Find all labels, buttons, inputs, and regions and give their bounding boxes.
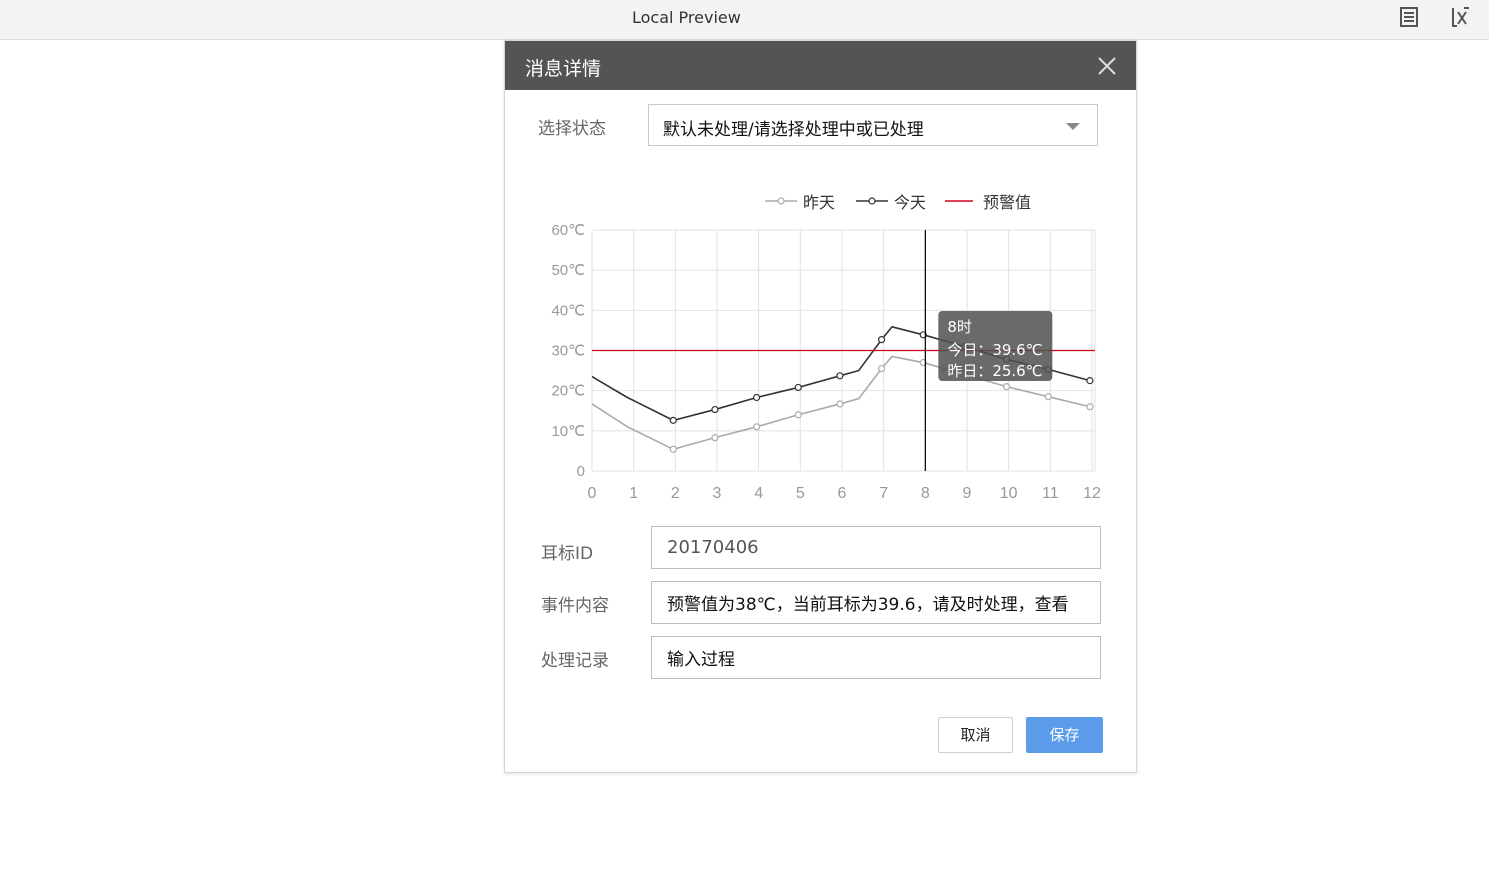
data-point xyxy=(1086,377,1094,385)
x-tick-label: 6 xyxy=(838,485,847,502)
window-titlebar: Local Preview xyxy=(0,0,1489,40)
x-tick-label: 3 xyxy=(713,485,722,502)
tooltip-text: 昨日：25.6℃ xyxy=(947,362,1042,380)
data-point xyxy=(877,336,886,344)
ear-tag-label: 耳标ID xyxy=(541,544,594,564)
ear-tag-field[interactable] xyxy=(651,526,1101,569)
record-input[interactable] xyxy=(652,637,1100,678)
data-point xyxy=(1044,393,1052,401)
temperature-chart: 010℃20℃30℃40℃50℃60℃0 1 2 3 4 5 6 7 8 9 10 11 128时今日：… xyxy=(551,193,1101,502)
legend-label: 预警值 xyxy=(983,193,1031,212)
legend-label: 今天 xyxy=(894,193,926,212)
tooltip-text: 8时 xyxy=(947,318,972,336)
data-point xyxy=(669,445,677,453)
event-field[interactable] xyxy=(651,581,1101,624)
x-tick-label: 7 xyxy=(879,485,888,502)
x-tick-label: 8 xyxy=(921,485,930,502)
legend-marker xyxy=(777,197,785,205)
window-title: Local Preview xyxy=(632,8,741,27)
data-point xyxy=(752,393,761,402)
message-detail-dialog: 消息详情 选择状态 默认未处理/请选择处理中或已处理 0 10℃ 20℃ 30℃ 40℃… xyxy=(504,40,1137,773)
legend-label: 昨天 xyxy=(803,193,835,212)
x-tick-label: 1 xyxy=(629,485,638,502)
cancel-button[interactable]: 取消 xyxy=(938,717,1013,753)
data-point xyxy=(711,434,719,442)
data-point xyxy=(711,405,719,414)
y-tick-label: 60℃ xyxy=(551,222,585,239)
close-x-icon[interactable] xyxy=(1450,6,1472,28)
event-label: 事件内容 xyxy=(541,596,609,616)
y-tick-label: 20℃ xyxy=(551,383,585,400)
data-point xyxy=(836,372,844,380)
y-tick-label: 50℃ xyxy=(551,262,585,279)
data-point xyxy=(877,364,886,373)
x-tick-label: 5 xyxy=(796,485,805,502)
y-tick-label: 30℃ xyxy=(551,343,585,360)
x-tick-label: 2 xyxy=(671,485,680,502)
x-tick-label: 9 xyxy=(963,485,972,502)
y-tick-label: 40℃ xyxy=(551,302,585,319)
record-field[interactable] xyxy=(651,636,1101,679)
record-label: 处理记录 xyxy=(541,651,609,671)
data-point xyxy=(794,383,802,392)
x-tick-label: 11 xyxy=(1042,485,1059,502)
tooltip-text: 今日：39.6℃ xyxy=(947,341,1042,359)
x-tick-label: 0 xyxy=(588,485,597,502)
data-point xyxy=(752,423,761,431)
save-button[interactable]: 保存 xyxy=(1026,717,1103,753)
data-point xyxy=(836,400,844,408)
x-tick-label: 10 xyxy=(1000,485,1018,502)
x-tick-label: 12 xyxy=(1083,485,1101,502)
data-point xyxy=(794,411,802,419)
document-icon[interactable] xyxy=(1398,6,1420,28)
event-input[interactable] xyxy=(652,582,1100,623)
data-point xyxy=(669,416,677,424)
y-tick-label: 0 xyxy=(577,463,585,480)
ear-tag-input[interactable] xyxy=(652,527,1100,568)
y-tick-label: 10℃ xyxy=(551,423,585,440)
data-point xyxy=(1086,403,1094,411)
legend-marker xyxy=(868,197,876,205)
data-point xyxy=(1002,383,1011,391)
x-tick-label: 4 xyxy=(754,485,763,502)
